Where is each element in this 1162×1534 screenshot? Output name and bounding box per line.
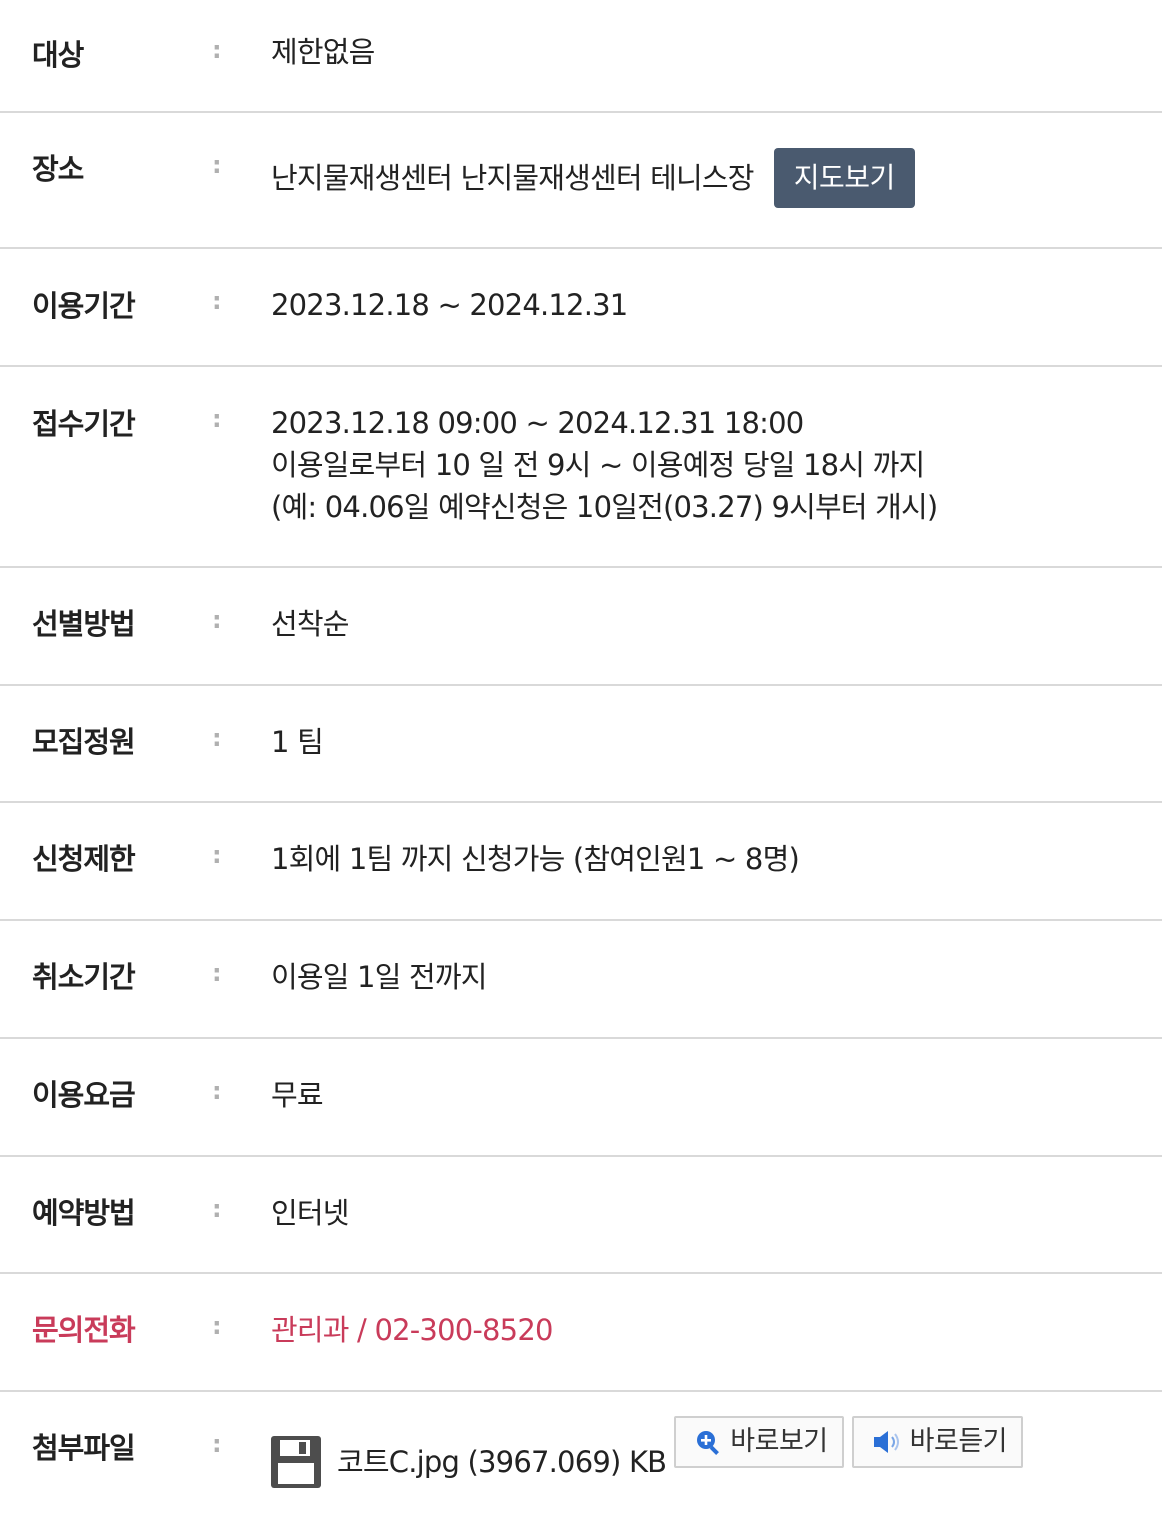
colon: : [212, 959, 222, 987]
row-cancellation-period: 취소기간 : 이용일 1일 전까지 [0, 921, 1162, 1039]
row-reception-period: 접수기간 : 2023.12.18 09:00 ~ 2024.12.31 18:… [0, 367, 1162, 568]
label-attachment: 첨부파일 [32, 1431, 136, 1465]
label-target: 대상 [32, 38, 84, 72]
view-map-button[interactable]: 지도보기 [773, 148, 915, 208]
row-usage-fee: 이용요금 : 무료 [0, 1039, 1162, 1157]
place-text: 난지물재생센터 난지물재생센터 테니스장 [271, 161, 754, 195]
label-capacity: 모집정원 [32, 725, 136, 759]
value-capacity: 1 팀 [271, 725, 324, 759]
row-contact-phone: 문의전화 : 관리과 / 02-300-8520 [0, 1274, 1162, 1392]
value-attachment: 코트C.jpg (3967.069) KB 바로보기 바로듣기 [271, 1416, 1024, 1488]
colon: : [212, 36, 222, 64]
zoom-in-icon [697, 1431, 720, 1455]
value-usage-period: 2023.12.18 ~ 2024.12.31 [271, 288, 628, 322]
row-attachment: 첨부파일 : 코트C.jpg (3967.069) KB 바로보기 바로듣기 [0, 1392, 1162, 1534]
value-selection-method: 선착순 [271, 607, 349, 641]
value-target: 제한없음 [271, 35, 375, 69]
label-cancellation-period: 취소기간 [32, 960, 136, 994]
label-selection-method: 선별방법 [32, 607, 136, 641]
preview-button-label: 바로보기 [730, 1426, 828, 1457]
colon: : [212, 724, 222, 752]
colon: : [212, 1077, 222, 1105]
colon: : [212, 1195, 222, 1223]
label-usage-fee: 이용요금 [32, 1078, 136, 1112]
row-reservation-method: 예약방법 : 인터넷 [0, 1157, 1162, 1274]
value-usage-fee: 무료 [271, 1078, 324, 1112]
value-reception-period: 2023.12.18 09:00 ~ 2024.12.31 18:00 이용일로… [271, 402, 938, 528]
label-reservation-method: 예약방법 [32, 1196, 136, 1230]
value-reservation-method: 인터넷 [271, 1196, 349, 1230]
colon: : [212, 1312, 222, 1340]
speaker-icon [873, 1431, 899, 1453]
row-capacity: 모집정원 : 1 팀 [0, 686, 1162, 803]
colon: : [212, 606, 222, 634]
row-usage-period: 이용기간 : 2023.12.18 ~ 2024.12.31 [0, 249, 1162, 367]
reception-period-line: 2023.12.18 09:00 ~ 2024.12.31 18:00 [271, 406, 804, 440]
reception-period-line: 이용일로부터 10 일 전 9시 ~ 이용예정 당일 18시 까지 [271, 448, 925, 482]
attachment-file-name[interactable]: 코트C.jpg (3967.069) KB [337, 1441, 667, 1483]
value-contact-phone[interactable]: 관리과 / 02-300-8520 [271, 1309, 553, 1351]
preview-button[interactable]: 바로보기 [674, 1416, 844, 1468]
reception-period-line: (예: 04.06일 예약신청은 10일전(03.27) 9시부터 개시) [271, 490, 938, 524]
row-place: 장소 : 난지물재생센터 난지물재생센터 테니스장 지도보기 [0, 113, 1162, 249]
value-cancellation-period: 이용일 1일 전까지 [271, 960, 487, 994]
colon: : [212, 287, 222, 315]
listen-button-label: 바로듣기 [909, 1426, 1008, 1457]
listen-button[interactable]: 바로듣기 [851, 1416, 1024, 1468]
facility-info-list: 대상 : 제한없음 장소 : 난지물재생센터 난지물재생센터 테니스장 지도보기 … [0, 0, 1162, 1534]
row-target: 대상 : 제한없음 [0, 0, 1162, 113]
floppy-disk-icon [271, 1436, 321, 1488]
row-selection-method: 선별방법 : 선착순 [0, 568, 1162, 686]
label-application-limit: 신청제한 [32, 842, 136, 876]
colon: : [212, 405, 222, 433]
label-contact-phone: 문의전화 [32, 1313, 136, 1347]
row-application-limit: 신청제한 : 1회에 1팀 까지 신청가능 (참여인원1 ~ 8명) [0, 803, 1162, 921]
colon: : [212, 841, 222, 869]
label-reception-period: 접수기간 [32, 407, 136, 441]
colon: : [212, 151, 222, 179]
label-place: 장소 [32, 152, 84, 186]
colon: : [212, 1430, 222, 1458]
label-usage-period: 이용기간 [32, 289, 136, 323]
value-application-limit: 1회에 1팀 까지 신청가능 (참여인원1 ~ 8명) [271, 842, 800, 876]
value-place: 난지물재생센터 난지물재생센터 테니스장 지도보기 [271, 148, 915, 210]
